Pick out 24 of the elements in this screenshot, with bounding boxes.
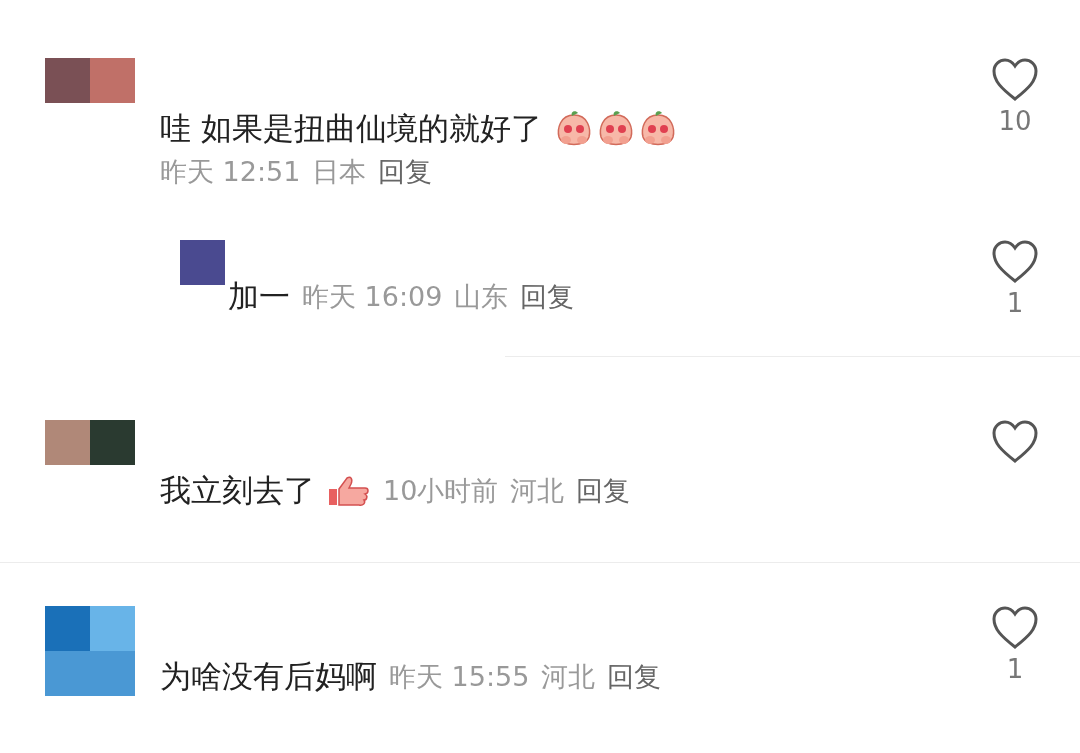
like-icon[interactable] (991, 58, 1039, 102)
reply-link[interactable]: 回复 (607, 659, 662, 695)
like-icon[interactable] (991, 240, 1039, 284)
comment-time: 昨天 12:51 (160, 155, 301, 189)
reply-link[interactable]: 回复 (576, 473, 631, 509)
like-count: 1 (1006, 654, 1024, 684)
thumbs-up-icon (327, 475, 371, 507)
comment-location: 河北 (510, 474, 565, 508)
reply-link[interactable]: 回复 (378, 154, 433, 190)
comment-text: 我立刻去了 (160, 471, 315, 510)
comment-text: 加一 (228, 277, 290, 316)
comment-location: 河北 (541, 660, 596, 694)
comment-text: 哇 如果是扭曲仙境的就好了 (160, 109, 542, 148)
comment-location: 山东 (454, 280, 509, 314)
like-icon[interactable] (991, 606, 1039, 650)
reply-link[interactable]: 回复 (520, 279, 575, 315)
like-count: 1 (1006, 288, 1024, 318)
comment-text: 为啥没有后妈啊 (160, 657, 377, 696)
comment-time: 10小时前 (383, 474, 499, 508)
comment-time: 昨天 15:55 (389, 660, 530, 694)
like-count: 10 (998, 106, 1032, 136)
comment-location: 日本 (312, 155, 367, 189)
like-icon[interactable] (991, 420, 1039, 464)
comment-time: 昨天 16:09 (302, 280, 443, 314)
